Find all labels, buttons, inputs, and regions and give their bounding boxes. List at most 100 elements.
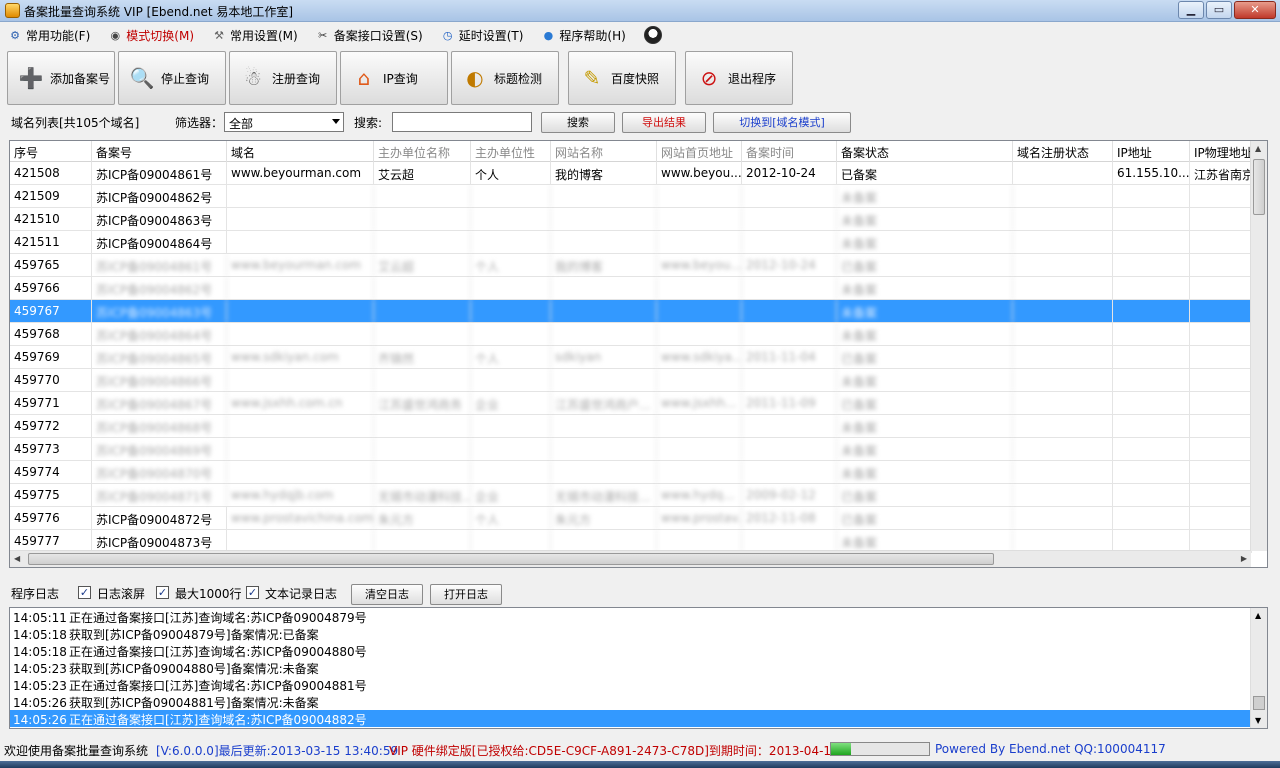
menu-mode-switch[interactable]: ◉ 模式切换(M) [108,27,194,44]
log-scroll-checkbox[interactable]: ✓ [78,586,91,599]
column-header[interactable]: 网站首页地址 [657,141,742,162]
table-row[interactable]: 459772 苏ICP备09004868号 未备案 [10,415,1252,438]
log-line[interactable]: 14:05:23 获取到[苏ICP备09004880号]备案情况:未备案 [10,659,1267,676]
grid-horizontal-scrollbar[interactable]: ◀ ▶ [10,550,1251,567]
menu-common-settings[interactable]: ⚒ 常用设置(M) [212,27,298,44]
log-line[interactable]: 14:05:11 正在通过备案接口[江苏]查询域名:苏ICP备09004879号 [10,608,1267,625]
table-row[interactable]: 459769 苏ICP备09004865号 www.sdkiyan.com 齐锦然 个人… [10,346,1252,369]
table-cell [1113,507,1190,529]
column-header[interactable]: 域名 [227,141,374,162]
maximize-button[interactable]: ▭ [1206,1,1232,19]
minimize-button[interactable]: ▁ [1178,1,1204,19]
table-row[interactable]: 459774 苏ICP备09004870号 未备案 [10,461,1252,484]
table-cell [471,300,551,322]
log-line[interactable]: 14:05:26 正在通过备案接口[江苏]查询域名:苏ICP备09004882号 [10,710,1267,727]
scroll-up-icon[interactable]: ▲ [1255,144,1261,153]
table-row[interactable]: 459775 苏ICP备09004871号 www.hydqjb.com 无锡市动漫科… [10,484,1252,507]
scroll-up-icon[interactable]: ▲ [1255,611,1261,620]
table-cell: 未备案 [837,438,1013,460]
table-row[interactable]: 421508 苏ICP备09004861号 www.beyourman.com 艾云超… [10,162,1252,185]
file-log-checkbox[interactable]: ✓ [246,586,259,599]
switch-mode-button[interactable]: 切换到[域名模式] [713,112,851,133]
column-header[interactable]: IP物理地址 [1190,141,1252,162]
log-controls: 程序日志 ✓ 日志滚屏 ✓ 最大1000行 ✓ 文本记录日志 清空日志 打开日志 [0,582,1280,605]
table-cell [471,277,551,299]
table-cell [374,231,471,253]
log-line[interactable]: 14:05:23 正在通过备案接口[江苏]查询域名:苏ICP备09004881号 [10,676,1267,693]
grid-vertical-scrollbar[interactable]: ▲ [1250,141,1267,551]
log-line[interactable]: 14:05:26 获取到[苏ICP备09004881号]备案情况:未备案 [10,693,1267,710]
table-row[interactable]: 421509 苏ICP备09004862号 未备案 [10,185,1252,208]
table-row[interactable]: 459767 苏ICP备09004863号 未备案 [10,300,1252,323]
clear-log-button[interactable]: 清空日志 [351,584,423,605]
table-cell [374,369,471,391]
table-row[interactable]: 459770 苏ICP备09004866号 未备案 [10,369,1252,392]
scroll-thumb[interactable] [1253,159,1265,215]
menu-help[interactable]: ● 程序帮助(H) [541,27,626,44]
export-results-button[interactable]: 导出结果 [622,112,706,133]
menu-api-settings[interactable]: ✂ 备案接口设置(S) [316,27,423,44]
add-record-button[interactable]: ➕ 添加备案号 [7,51,115,105]
column-header[interactable]: 主办单位名称 [374,141,471,162]
scroll-right-icon[interactable]: ▶ [1241,554,1247,563]
open-log-button[interactable]: 打开日志 [430,584,502,605]
table-cell: 苏ICP备09004861号 [92,162,227,184]
column-header[interactable]: 备案号 [92,141,227,162]
column-header[interactable]: 域名注册状态 [1013,141,1113,162]
table-cell: 459777 [10,530,92,552]
column-header[interactable]: 备案状态 [837,141,1013,162]
table-cell: 朱元方 [551,507,657,529]
table-cell: www.prostav... [657,507,742,529]
table-cell [1190,484,1252,506]
scroll-left-icon[interactable]: ◀ [14,554,20,563]
table-cell [1013,507,1113,529]
column-header[interactable]: 网站名称 [551,141,657,162]
table-cell: 459772 [10,415,92,437]
column-header[interactable]: IP地址 [1113,141,1190,162]
table-cell: 421508 [10,162,92,184]
table-cell: 苏ICP备09004865号 [92,346,227,368]
button-label: IP查询 [383,71,418,86]
log-line[interactable]: 14:05:18 获取到[苏ICP备09004879号]备案情况:已备案 [10,625,1267,642]
baidu-snapshot-button[interactable]: ✎ 百度快照 [568,51,676,105]
stop-query-button[interactable]: 🔍 停止查询 [118,51,226,105]
title-check-button[interactable]: ◐ 标题检测 [451,51,559,105]
table-cell [1190,392,1252,414]
ip-query-button[interactable]: ⌂ IP查询 [340,51,448,105]
table-row[interactable]: 459766 苏ICP备09004862号 未备案 [10,277,1252,300]
table-cell [551,323,657,345]
table-cell: 苏ICP备09004863号 [92,208,227,230]
column-header[interactable]: 主办单位性 [471,141,551,162]
table-cell [1013,277,1113,299]
menu-common-functions[interactable]: ⚙ 常用功能(F) [8,27,90,44]
filter-select[interactable]: 全部 [224,112,344,132]
search-input[interactable] [392,112,532,132]
menu-delay-settings[interactable]: ◷ 延时设置(T) [441,27,524,44]
register-query-button[interactable]: ☃ 注册查询 [229,51,337,105]
scroll-down-icon[interactable]: ▼ [1255,716,1261,725]
table-row[interactable]: 459765 苏ICP备09004861号 www.beyourman.com 艾云超… [10,254,1252,277]
table-row[interactable]: 421510 苏ICP备09004863号 未备案 [10,208,1252,231]
log-text: 获取到[苏ICP备09004880号]备案情况:未备案 [69,662,319,676]
close-button[interactable]: ✕ [1234,1,1276,19]
log-scrollbar[interactable]: ▲ ▼ [1250,608,1267,728]
table-cell [227,323,374,345]
scroll-thumb[interactable] [1253,696,1265,710]
table-cell [551,231,657,253]
table-cell [1113,438,1190,460]
table-row[interactable]: 459773 苏ICP备09004869号 未备案 [10,438,1252,461]
column-header[interactable]: 序号 [10,141,92,162]
log-text: 正在通过备案接口[江苏]查询域名:苏ICP备09004882号 [69,713,367,727]
column-header[interactable]: 备案时间 [742,141,837,162]
menu-qq[interactable] [643,26,662,44]
table-row[interactable]: 421511 苏ICP备09004864号 未备案 [10,231,1252,254]
table-row[interactable]: 459776 苏ICP备09004872号 www.prostavichina.co… [10,507,1252,530]
menu-label: 常用设置(M) [230,28,298,43]
table-row[interactable]: 459768 苏ICP备09004864号 未备案 [10,323,1252,346]
scroll-thumb[interactable] [28,553,994,565]
max-lines-checkbox[interactable]: ✓ [156,586,169,599]
search-button[interactable]: 搜索 [541,112,615,133]
log-line[interactable]: 14:05:18 正在通过备案接口[江苏]查询域名:苏ICP备09004880号 [10,642,1267,659]
table-row[interactable]: 459771 苏ICP备09004867号 www.jsxhh.com.cn 江苏盛世… [10,392,1252,415]
exit-button[interactable]: ⊘ 退出程序 [685,51,793,105]
